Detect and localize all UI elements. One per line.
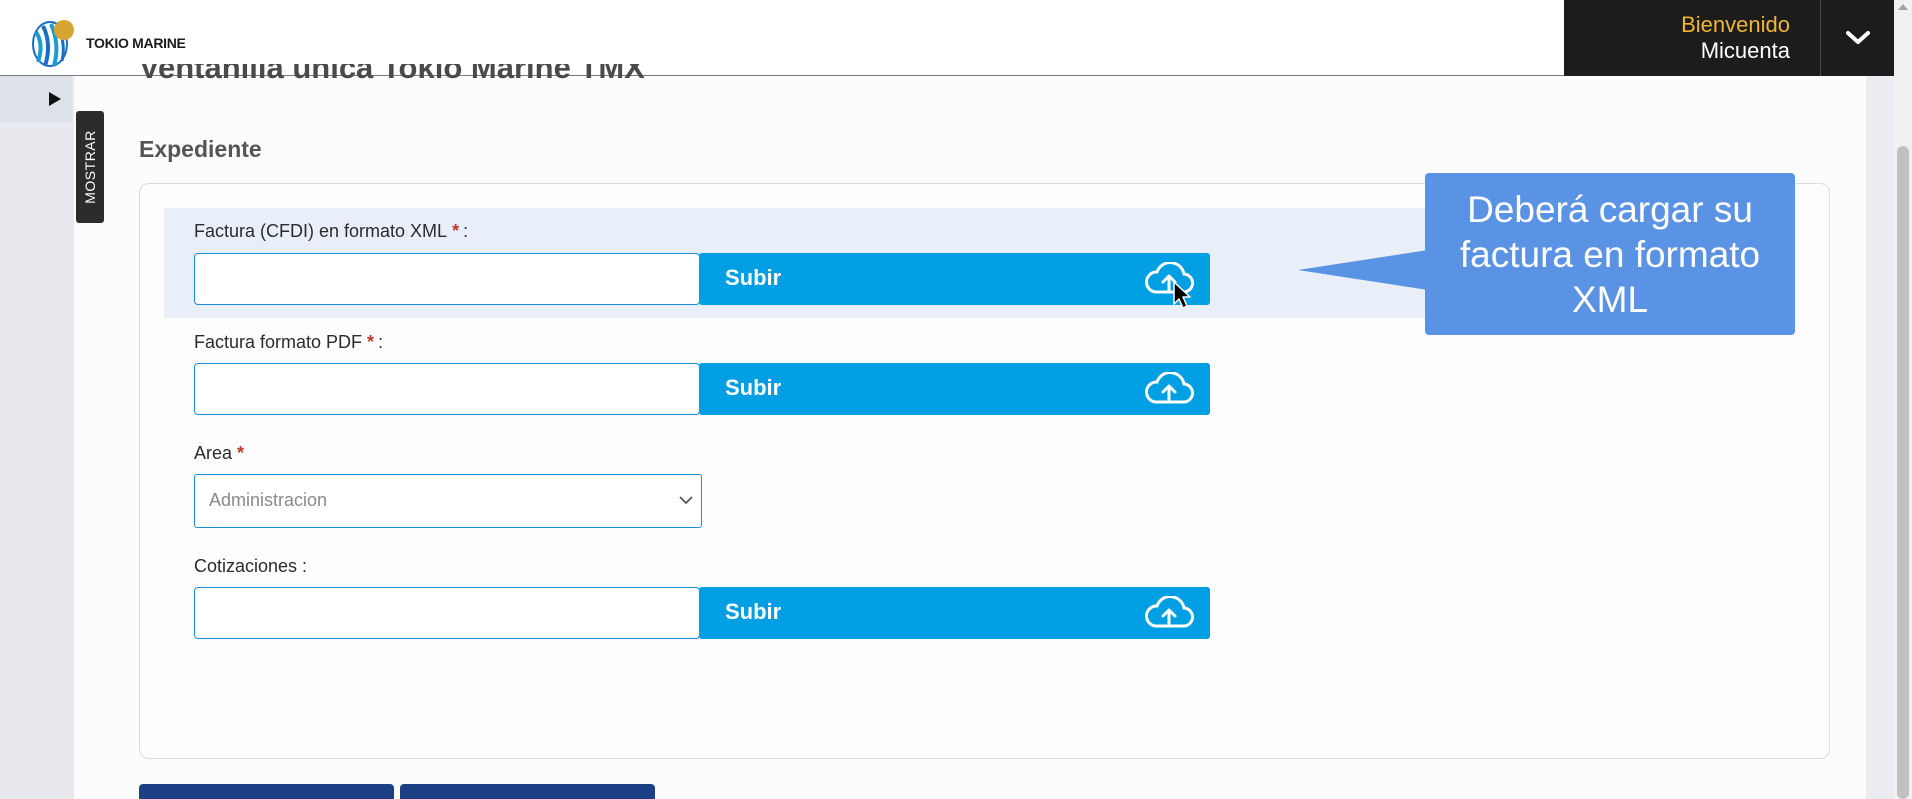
- vertical-scrollbar[interactable]: [1894, 0, 1912, 799]
- label-colon: :: [378, 332, 384, 352]
- upload-button-label: Subir: [725, 265, 782, 290]
- area-label-text: Area: [194, 443, 233, 463]
- pdf-invoice-label-text: Factura formato PDF: [194, 332, 363, 352]
- bottom-action-button-2[interactable]: [400, 784, 655, 799]
- user-menu[interactable]: Bienvenido Micuenta: [1564, 0, 1894, 76]
- chevron-down-icon: [679, 496, 693, 505]
- user-menu-toggle[interactable]: [1820, 0, 1894, 76]
- label-colon: :: [463, 221, 469, 241]
- welcome-text: Bienvenido: [1681, 12, 1790, 37]
- xml-invoice-label-text: Factura (CFDI) en formato XML: [194, 221, 448, 241]
- cotizaciones-label: Cotizaciones :: [194, 556, 308, 576]
- page-title: Ventanilla única Tokio Marine TMX: [139, 64, 645, 96]
- area-label: Area *: [194, 443, 244, 464]
- bottom-action-button-1[interactable]: [139, 784, 394, 799]
- pdf-invoice-label: Factura formato PDF *:: [194, 332, 383, 353]
- cloud-upload-icon: [1145, 596, 1194, 628]
- area-select[interactable]: Administracion: [194, 474, 702, 528]
- required-marker: *: [237, 443, 245, 463]
- xml-invoice-label: Factura (CFDI) en formato XML *:: [194, 221, 468, 242]
- xml-invoice-file-input[interactable]: [194, 253, 700, 305]
- tokio-marine-logo-icon: [32, 20, 74, 67]
- upload-button-label: Subir: [725, 375, 782, 400]
- xml-upload-button[interactable]: Subir: [699, 253, 1210, 305]
- logo-text: TOKIO MARINE: [86, 35, 186, 51]
- scroll-up-arrow-icon[interactable]: [1898, 4, 1908, 10]
- callout-text: Deberá cargar su factura en formato XML: [1459, 188, 1761, 320]
- mostrar-sidebar-tab[interactable]: MOSTRAR: [76, 111, 104, 223]
- tutorial-callout: Deberá cargar su factura en formato XML: [1425, 173, 1795, 335]
- account-name: Micuenta: [1700, 38, 1790, 63]
- page-title-text: Ventanilla única Tokio Marine TMX: [139, 64, 645, 85]
- left-sidebar: [0, 76, 74, 799]
- mostrar-tab-label: MOSTRAR: [82, 130, 98, 204]
- chevron-down-icon: [1845, 31, 1870, 44]
- cotizaciones-upload-button[interactable]: Subir: [699, 587, 1210, 639]
- mouse-cursor-icon: [1173, 281, 1191, 309]
- pdf-invoice-file-input[interactable]: [194, 363, 700, 415]
- pdf-upload-button[interactable]: Subir: [699, 363, 1210, 415]
- tokio-marine-logo[interactable]: TOKIO MARINE: [28, 14, 186, 70]
- area-select-value: Administracion: [209, 490, 328, 510]
- required-marker: *: [452, 221, 460, 241]
- section-title: Expediente: [139, 136, 262, 162]
- cloud-upload-icon: [1145, 372, 1194, 404]
- required-marker: *: [367, 332, 375, 352]
- caret-right-icon: [49, 92, 61, 106]
- upload-button-label: Subir: [725, 599, 782, 624]
- user-info[interactable]: Bienvenido Micuenta: [1564, 0, 1820, 76]
- scrollbar-thumb[interactable]: [1897, 146, 1909, 799]
- cotizaciones-file-input[interactable]: [194, 587, 700, 639]
- sidebar-expand-button[interactable]: [0, 76, 72, 122]
- callout-pointer: [1298, 250, 1428, 290]
